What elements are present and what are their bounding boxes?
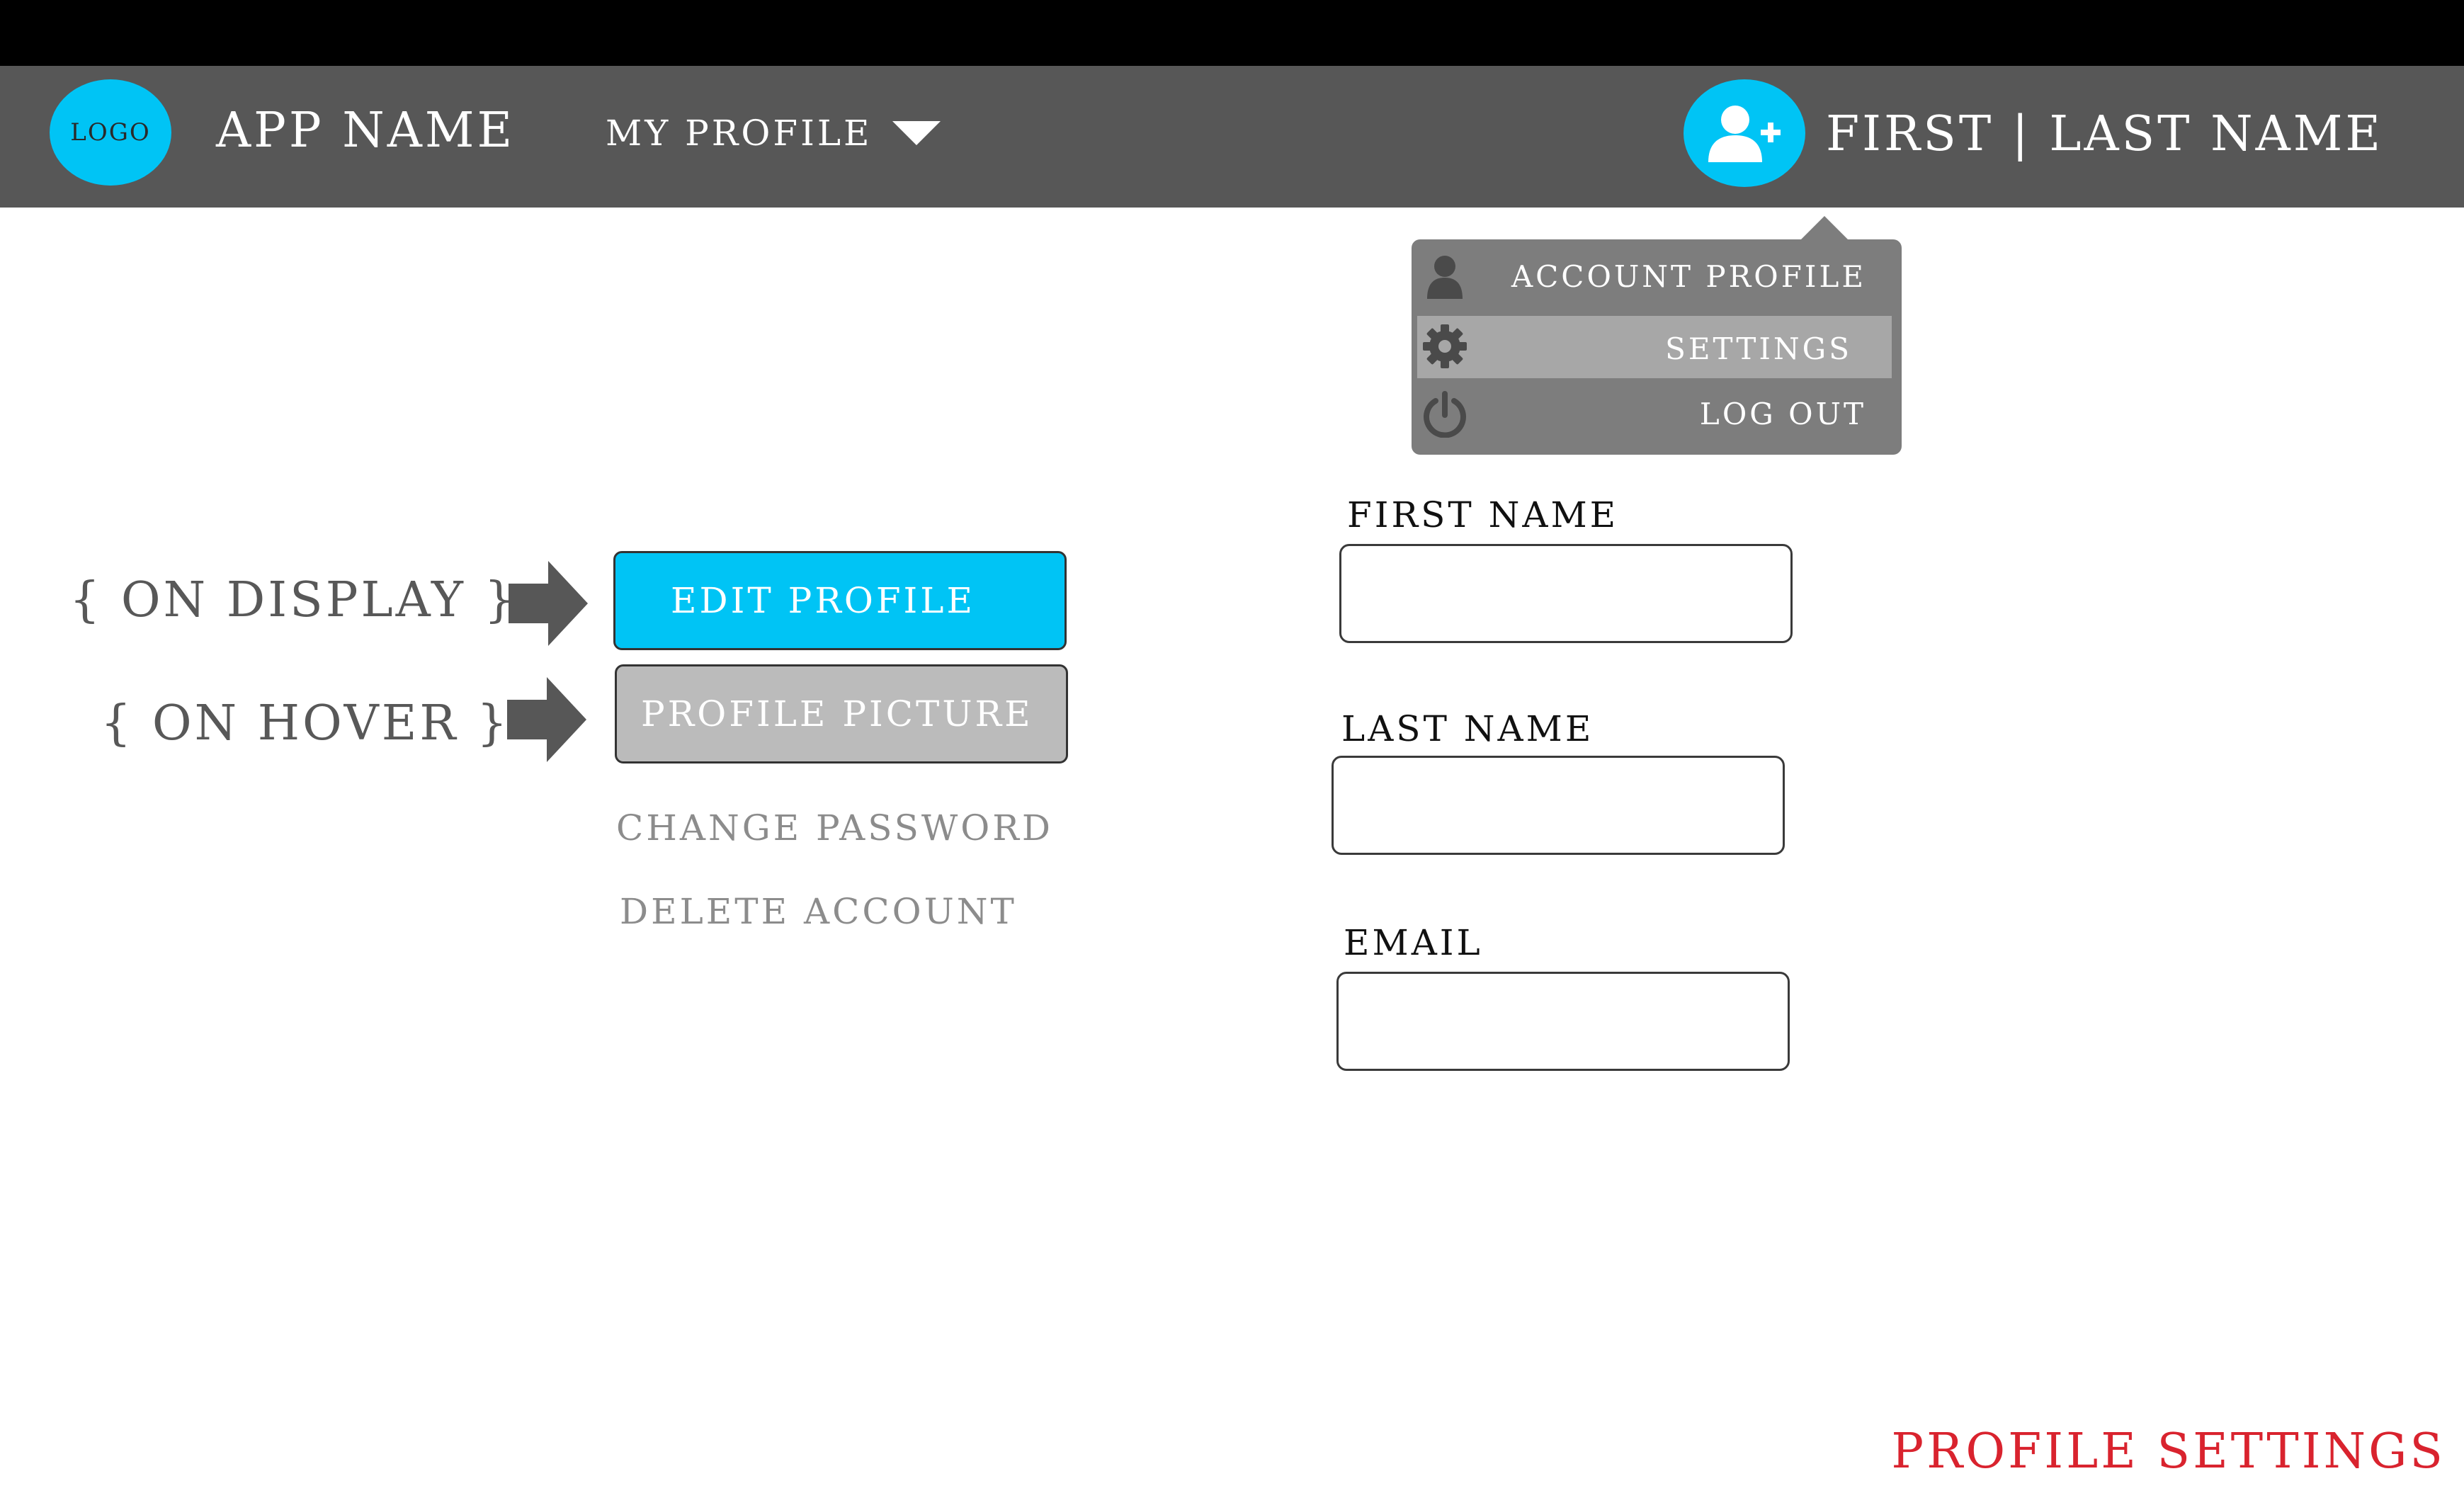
user-icon [1427, 256, 1463, 299]
first-name-field[interactable] [1339, 544, 1793, 643]
change-password-link[interactable]: CHANGE PASSWORD [616, 807, 1053, 848]
user-dropdown-menu: ACCOUNT PROFILE SETTINGS LOG OUT [1412, 239, 1902, 455]
menu-item-label: LOG OUT [1699, 397, 1866, 431]
my-profile-label: MY PROFILE [606, 113, 873, 154]
gear-icon [1423, 324, 1467, 368]
logo-label: LOGO [70, 118, 151, 147]
edit-profile-button[interactable]: EDIT PROFILE [613, 551, 1067, 650]
delete-account-link[interactable]: DELETE ACCOUNT [620, 891, 1017, 932]
app-name[interactable]: APP NAME [216, 103, 515, 159]
first-name-label: FIRST NAME [1347, 494, 1619, 535]
add-user-icon [1708, 106, 1781, 162]
on-display-annotation: { ON DISPLAY } [69, 572, 518, 628]
dropdown-pointer [1800, 216, 1849, 240]
menu-item-label: SETTINGS [1665, 331, 1852, 366]
add-user-avatar[interactable] [1684, 79, 1805, 187]
last-name-label: LAST NAME [1341, 708, 1594, 749]
user-name[interactable]: FIRST | LAST NAME [1826, 106, 2383, 162]
arrow-right-icon [507, 677, 586, 762]
page-title: PROFILE SETTINGS [1891, 1424, 2446, 1480]
email-label: EMAIL [1344, 922, 1483, 963]
menu-item-account-profile[interactable]: ACCOUNT PROFILE [1412, 244, 1902, 307]
menu-item-label: ACCOUNT PROFILE [1511, 259, 1866, 294]
last-name-field[interactable] [1332, 756, 1785, 855]
menu-item-settings[interactable]: SETTINGS [1417, 316, 1892, 378]
logo[interactable]: LOGO [50, 79, 171, 186]
menu-item-log-out[interactable]: LOG OUT [1412, 381, 1902, 445]
power-icon [1424, 391, 1466, 438]
my-profile-menu[interactable]: MY PROFILE [606, 112, 941, 154]
caret-down-icon [892, 121, 941, 145]
email-field[interactable] [1336, 972, 1790, 1071]
on-hover-annotation: { ON HOVER } [101, 696, 511, 751]
profile-picture-button[interactable]: PROFILE PICTURE [615, 664, 1068, 763]
top-black-bar [0, 0, 2464, 66]
arrow-right-icon [509, 561, 588, 646]
